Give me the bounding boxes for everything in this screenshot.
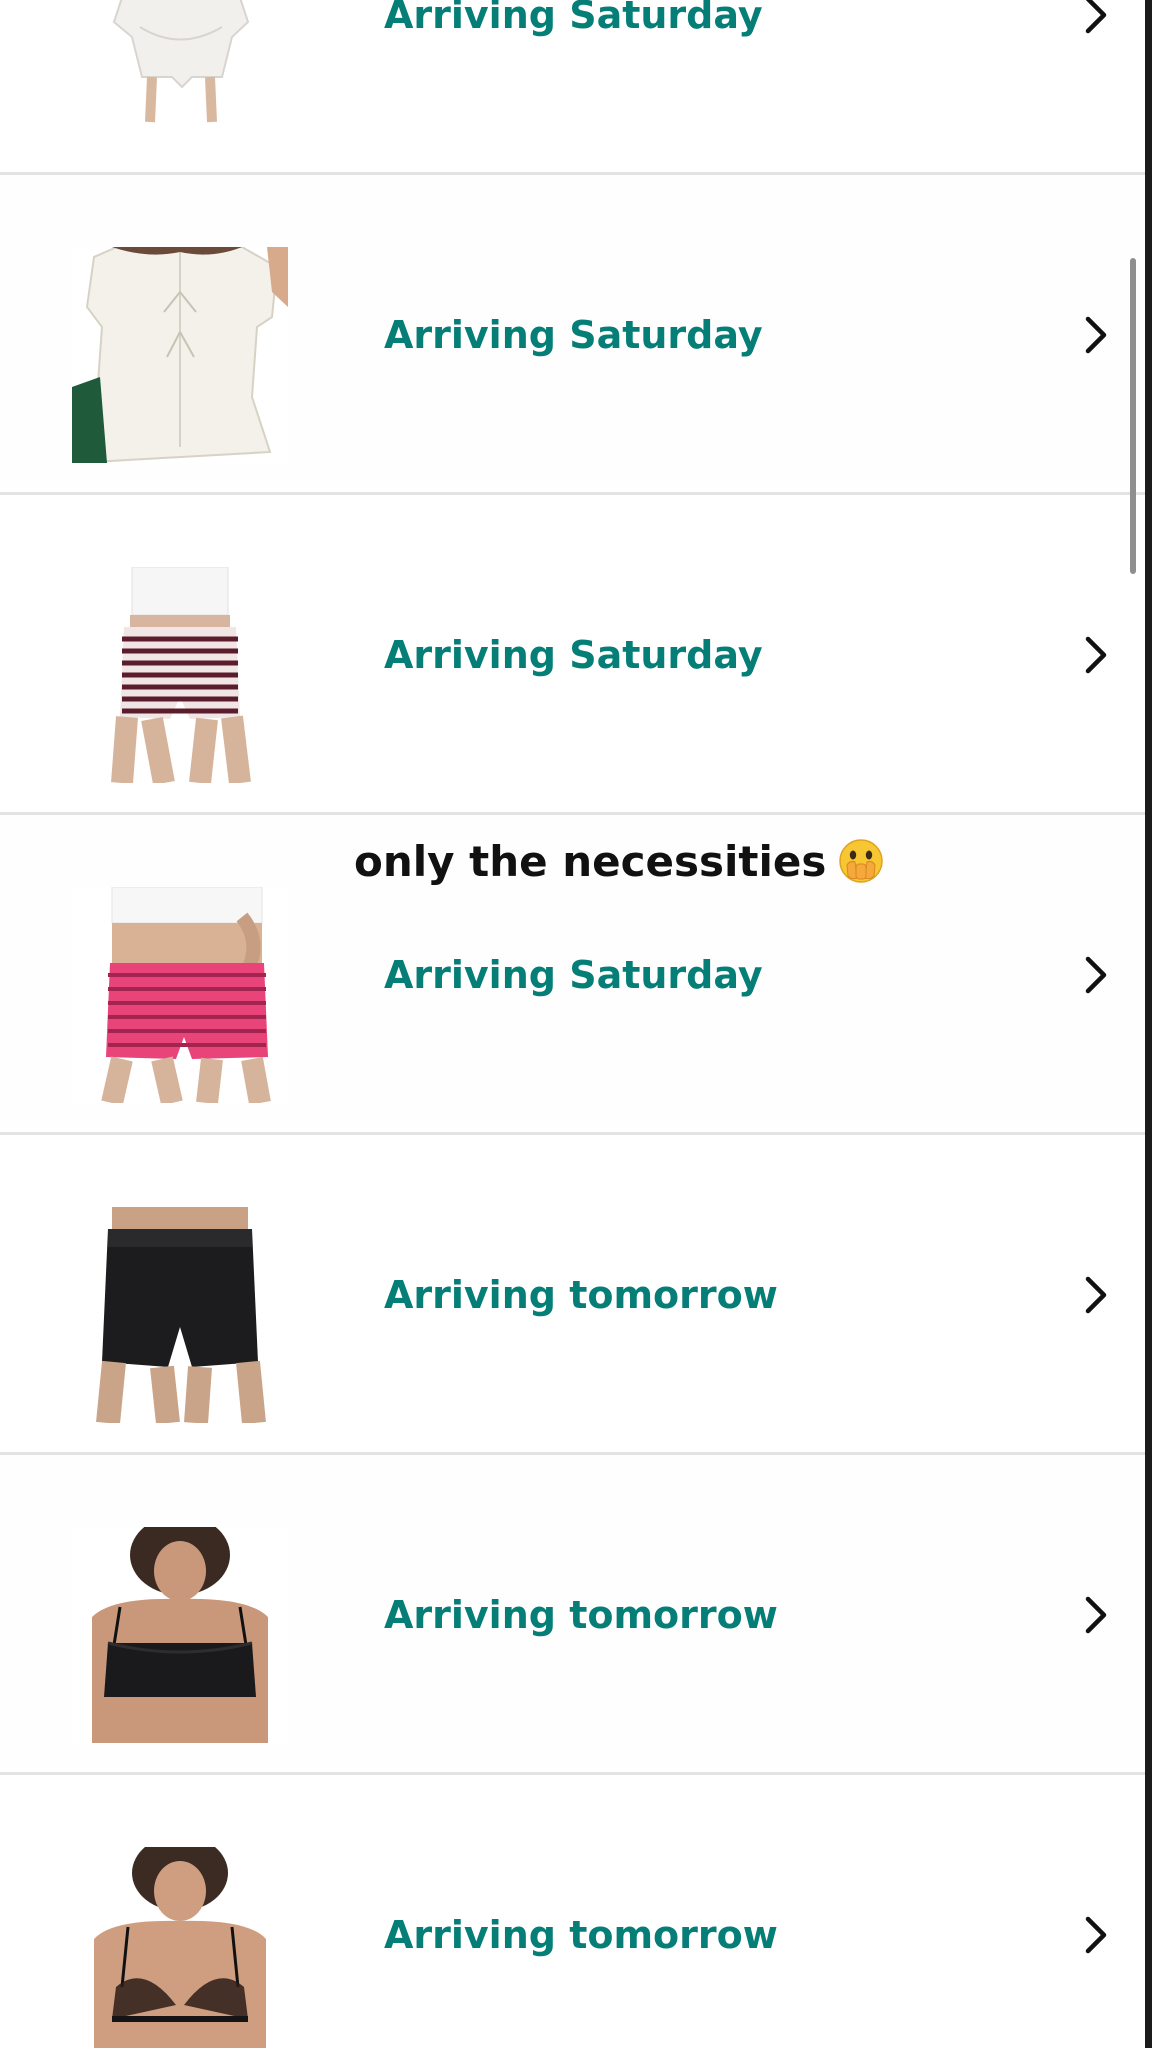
product-image[interactable] [72, 1847, 288, 2048]
delivery-status: Arriving Saturday [384, 313, 763, 357]
white-ruffle-set-icon [72, 0, 288, 143]
face-with-open-eyes-and-hand-over-mouth-icon [838, 838, 884, 884]
delivery-status: Arriving tomorrow [384, 1273, 778, 1317]
orders-screen: Arriving Saturday Arriving Saturday Arri… [0, 0, 1145, 2048]
black-sheer-bra-icon [72, 1847, 288, 2048]
chevron-right-icon[interactable] [1076, 315, 1116, 355]
product-image[interactable] [72, 1207, 288, 1423]
product-image[interactable] [72, 887, 288, 1103]
scrollbar[interactable] [1130, 258, 1136, 574]
order-row[interactable]: Arriving Saturday [0, 0, 1145, 175]
striped-shorts-pink-icon [72, 887, 288, 1103]
order-row[interactable]: Arriving tomorrow [0, 1135, 1145, 1455]
black-bralette-icon [72, 1527, 288, 1743]
order-row[interactable]: Arriving Saturday [0, 495, 1145, 815]
black-biker-shorts-icon [72, 1207, 288, 1423]
order-row[interactable]: Arriving tomorrow [0, 1775, 1145, 2048]
delivery-status: Arriving tomorrow [384, 1593, 778, 1637]
chevron-right-icon[interactable] [1076, 1915, 1116, 1955]
chevron-right-icon[interactable] [1076, 635, 1116, 675]
delivery-status: Arriving Saturday [384, 0, 763, 37]
delivery-status: Arriving tomorrow [384, 1913, 778, 1957]
product-image[interactable] [72, 0, 288, 143]
striped-shorts-maroon-icon [72, 567, 288, 783]
overlay-caption: only the necessities [354, 832, 884, 892]
delivery-status: Arriving Saturday [384, 633, 763, 677]
order-row[interactable]: Arriving Saturday [0, 175, 1145, 495]
orders-list: Arriving Saturday Arriving Saturday Arri… [0, 0, 1145, 2048]
overlay-caption-text: only the necessities [354, 837, 827, 886]
chevron-right-icon[interactable] [1076, 1275, 1116, 1315]
chevron-right-icon[interactable] [1076, 1595, 1116, 1635]
white-tie-front-top-icon [72, 247, 288, 463]
product-image[interactable] [72, 247, 288, 463]
product-image[interactable] [72, 567, 288, 783]
chevron-right-icon[interactable] [1076, 0, 1116, 35]
screen-edge [1145, 0, 1152, 2048]
chevron-right-icon[interactable] [1076, 955, 1116, 995]
order-row[interactable]: Arriving tomorrow [0, 1455, 1145, 1775]
product-image[interactable] [72, 1527, 288, 1743]
